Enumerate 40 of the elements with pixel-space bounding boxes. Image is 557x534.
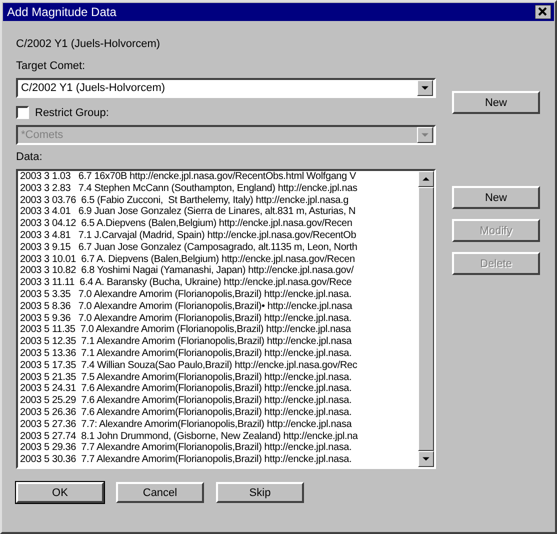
data-row[interactable]: 2003 3 4.01 6.9 Juan Jose Gonzalez (Sierra de Linares, alt.831 m, Asturias, N — [20, 206, 418, 218]
window-title: Add Magnitude Data — [7, 5, 116, 19]
data-row[interactable]: 2003 3 11.11 6.4 A. Baransky (Bucha, Ukraine) http://encke.jpl.nasa.gov/Rece — [20, 277, 418, 289]
data-row[interactable]: 2003 3 1.03 6.7 16x70B http://encke.jpl.nasa.gov/RecentObs.html Wolfgang V — [20, 171, 418, 183]
dialog-button[interactable]: Cancel — [116, 482, 204, 503]
dialog-button[interactable]: OK — [16, 482, 104, 503]
restrict-group-label: Restrict Group: — [35, 106, 109, 118]
data-row[interactable]: 2003 5 27.74 8.1 John Drummond, (Gisborne, New Zealand) http://encke.jpl.na — [20, 430, 418, 442]
scroll-up-icon[interactable] — [418, 171, 434, 187]
data-row[interactable]: 2003 3 10.82 6.8 Yoshimi Nagai (Yamanashi, Japan) http://encke.jpl.nasa.gov/ — [20, 265, 418, 278]
data-row[interactable]: 2003 5 12.35 7.1 Alexandre Amorim (Florianopolis,Brazil) http://encke.jpl.nasa — [20, 336, 418, 348]
data-row[interactable]: 2003 5 3.35 7.0 Alexandre Amorim (Florianopolis,Brazil) http://encke.jpl.nasa. — [20, 288, 418, 301]
data-row[interactable]: 2003 5 17.35 7.4 Willian Souza(Sao Paulo,Brazil) http://encke.jpl.nasa.gov/Rec — [20, 360, 418, 372]
data-row[interactable]: 2003 5 26.36 7.6 Alexandre Amorim(Florianopolis,Brazil) http://encke.jpl.nasa. — [20, 406, 418, 419]
data-row[interactable]: 2003 3 10.01 6.7 A. Diepvens (Balen,Belgium) http://encke.jpl.nasa.gov/Recen — [20, 254, 418, 266]
dialog-button[interactable]: Skip — [216, 482, 304, 503]
data-row[interactable]: 2003 5 9.36 7.0 Alexandre Amorim (Florianopolis,Brazil) http://encke.jpl.nasa. — [20, 312, 418, 324]
target-comet-dropdown[interactable]: C/2002 Y1 (Juels-Holvorcem) — [16, 78, 436, 98]
data-row[interactable]: 2003 5 13.36 7.1 Alexandre Amorim(Florianopolis,Brazil) http://encke.jpl.nasa. — [20, 348, 418, 360]
data-row[interactable]: 2003 5 11.35 7.0 Alexandre Amorim (Florianopolis,Brazil) http://encke.jpl.nasa — [20, 324, 418, 336]
data-row[interactable]: 2003 3 9.15 6.7 Juan Jose Gonzalez (Camposagrado, alt.1135 m, Leon, North — [20, 242, 418, 254]
scroll-down-icon[interactable] — [418, 451, 434, 467]
data-row[interactable]: 2003 5 25.29 7.6 Alexandre Amorim(Florianopolis,Brazil) http://encke.jpl.nasa. — [20, 395, 418, 407]
new-comet-button[interactable]: New — [452, 91, 540, 114]
data-label: Data: — [16, 151, 44, 163]
target-comet-label: Target Comet: — [16, 60, 86, 72]
data-row[interactable]: 2003 5 29.36 7.7 Alexandre Amorim(Florianopolis,Brazil) http://encke.jpl.nasa. — [20, 442, 418, 454]
data-row[interactable]: 2003 3 2.83 7.4 Stephen McCann (Southampton, England) http://encke.jpl.nas — [20, 182, 418, 195]
dropdown-arrow-icon[interactable] — [417, 80, 433, 96]
data-action-button[interactable]: New — [452, 186, 540, 209]
data-row[interactable]: 2003 5 30.36 7.7 Alexandre Amorim(Florianopolis,Brazil) http://encke.jpl.nasa. — [20, 454, 418, 466]
data-row[interactable]: 2003 5 27.36 7.7: Alexandre Amorim(Florianopolis,Brazil) http://encke.jpl.nasa — [20, 418, 418, 431]
data-row[interactable]: 2003 3 04.12 6.5 A.Diepvens (Balen,Belgium) http://encke.jpl.nasa.gov/Recen — [20, 218, 418, 230]
data-row[interactable]: 2003 3 4.81 7.1 J.Carvajal (Madrid, Spain) http://encke.jpl.nasa.gov/RecentOb — [20, 230, 418, 242]
data-row[interactable]: 2003 5 24.31 7.6 Alexandre Amorim(Florianopolis,Brazil) http://encke.jpl.nasa. — [20, 383, 418, 396]
close-icon[interactable] — [535, 5, 551, 19]
data-row[interactable]: 2003 5 8.36 7.0 Alexandre Amorim (Florianopolis,Brazil)• http://encke.jpl.nasa — [20, 300, 418, 313]
comet-name: C/2002 Y1 (Juels-Holvorcem) — [16, 38, 162, 50]
data-row[interactable]: 2003 3 03.76 6.5 (Fabio Zucconi, St Barthelemy, Italy) http://encke.jpl.nasa.g — [20, 194, 418, 206]
data-row[interactable]: 2003 5 21.35 7.5 Alexandre Amorim(Florianopolis,Brazil) http://encke.jpl.nasa. — [20, 372, 418, 384]
